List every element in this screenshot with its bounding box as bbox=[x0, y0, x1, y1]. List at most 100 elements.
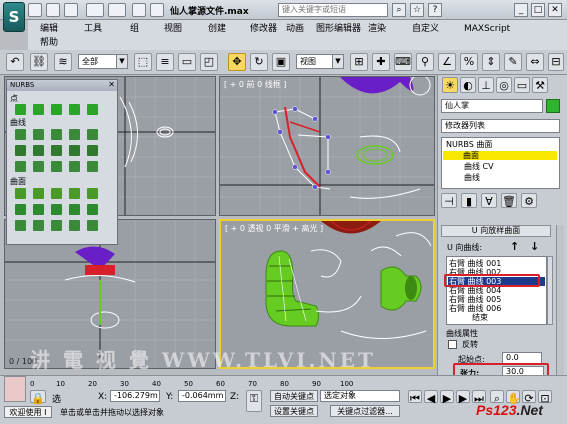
help-icon[interactable]: ? bbox=[428, 3, 442, 17]
show-end-result-icon[interactable]: ▮ bbox=[461, 193, 477, 208]
curve-tool-icon[interactable] bbox=[51, 161, 62, 172]
menu-edit[interactable]: 编辑 bbox=[40, 23, 58, 35]
menu-help[interactable]: 帮助 bbox=[40, 37, 58, 49]
pivot-center-icon[interactable]: ⊞ bbox=[350, 53, 368, 71]
select-object-icon[interactable]: ⬚ bbox=[134, 53, 152, 71]
curve-tool-icon[interactable] bbox=[87, 161, 98, 172]
app-logo-icon[interactable]: S bbox=[3, 2, 25, 32]
hierarchy-tab-icon[interactable]: ⊥ bbox=[478, 77, 494, 93]
auto-key-button[interactable]: 自动关键点 bbox=[270, 390, 318, 402]
redo-icon[interactable] bbox=[108, 3, 126, 17]
arrow-down-icon[interactable]: ↓ bbox=[530, 240, 539, 253]
rect-selection-icon[interactable]: ▭ bbox=[178, 53, 196, 71]
goto-start-icon[interactable]: ⏮ bbox=[408, 390, 422, 405]
menu-rendering[interactable]: 渲染 bbox=[368, 23, 386, 35]
command-panel-scrollbar[interactable] bbox=[556, 225, 564, 375]
surface-tool-icon[interactable] bbox=[51, 220, 62, 231]
surface-tool-icon[interactable] bbox=[33, 220, 44, 231]
select-by-name-icon[interactable]: ≡ bbox=[156, 53, 174, 71]
motion-tab-icon[interactable]: ◎ bbox=[496, 77, 512, 93]
surface-tool-icon[interactable] bbox=[51, 204, 62, 215]
arrow-up-icon[interactable]: ↑ bbox=[510, 240, 519, 253]
undo-icon[interactable] bbox=[86, 3, 104, 17]
surface-tool-icon[interactable] bbox=[15, 204, 26, 215]
save-file-icon[interactable] bbox=[64, 3, 78, 17]
key-filters-button[interactable]: 关键点过滤器... bbox=[330, 405, 400, 417]
maximize-button[interactable]: □ bbox=[531, 3, 545, 17]
y-coord-input[interactable]: -0.064mm bbox=[178, 390, 226, 402]
snap-toggle-icon[interactable]: ⚲ bbox=[416, 53, 434, 71]
modifier-list-dropdown[interactable]: 修改器列表 bbox=[441, 119, 560, 133]
curve-list-scrollbar[interactable] bbox=[547, 256, 553, 325]
scale-icon[interactable]: ▣ bbox=[272, 53, 290, 71]
menu-views[interactable]: 视图 bbox=[164, 23, 182, 35]
curve-tool-icon[interactable] bbox=[15, 129, 26, 140]
pin-stack-icon[interactable]: ⊣ bbox=[441, 193, 457, 208]
modifier-stack[interactable]: NURBS 曲面 曲面 曲线 CV 曲线 bbox=[441, 137, 560, 189]
object-name-input[interactable]: 仙人掌 bbox=[441, 99, 543, 113]
u-curve-list[interactable]: 右臂 曲线 001 右臂 曲线 002 右臂 曲线 003 右臂 曲线 004 … bbox=[446, 256, 547, 325]
menu-tools[interactable]: 工具 bbox=[84, 23, 102, 35]
curve-tool-icon[interactable] bbox=[69, 129, 80, 140]
curve-tool-icon[interactable] bbox=[33, 129, 44, 140]
curve-tool-icon[interactable] bbox=[33, 145, 44, 156]
move-icon[interactable]: ✥ bbox=[228, 53, 246, 71]
lock-selection-icon[interactable]: 🔒 bbox=[30, 390, 46, 405]
configure-sets-icon[interactable]: ⚙ bbox=[521, 193, 537, 208]
surface-tool-icon[interactable] bbox=[33, 204, 44, 215]
menu-modifiers[interactable]: 修改器 bbox=[250, 23, 277, 35]
curve-list-item[interactable]: 右臂 曲线 005 bbox=[449, 295, 501, 304]
project-folder-icon[interactable] bbox=[132, 3, 146, 17]
prev-frame-icon[interactable]: ◀ bbox=[424, 390, 438, 405]
spinner-snap-icon[interactable]: ⇕ bbox=[482, 53, 500, 71]
window-crossing-icon[interactable]: ◰ bbox=[200, 53, 218, 71]
menu-create[interactable]: 创建 bbox=[208, 23, 226, 35]
time-ruler[interactable]: 0 10 20 30 40 50 60 70 80 90 100 bbox=[30, 376, 430, 390]
undo-icon[interactable]: ↶ bbox=[6, 53, 24, 71]
stack-item-surface[interactable]: 曲面 bbox=[443, 151, 557, 160]
maxscript-listener[interactable] bbox=[4, 376, 26, 402]
curve-tool-icon[interactable] bbox=[15, 145, 26, 156]
menu-graph-editors[interactable]: 图形编辑器 bbox=[316, 23, 361, 35]
surface-tool-icon[interactable] bbox=[69, 204, 80, 215]
x-coord-input[interactable]: -106.279m bbox=[110, 390, 160, 402]
create-tab-icon[interactable]: ☀ bbox=[442, 77, 458, 93]
select-manipulate-icon[interactable]: ✚ bbox=[372, 53, 390, 71]
curve-tool-icon[interactable] bbox=[69, 161, 80, 172]
surface-tool-icon[interactable] bbox=[33, 188, 44, 199]
curve-tool-icon[interactable] bbox=[33, 161, 44, 172]
key-icon[interactable]: ⚿ bbox=[246, 390, 262, 412]
keyboard-shortcut-icon[interactable]: ⌨ bbox=[394, 53, 412, 71]
open-file-icon[interactable] bbox=[46, 3, 60, 17]
percent-snap-icon[interactable]: % bbox=[460, 53, 478, 71]
viewport-front[interactable]: [ + 0 前 0 线框 ] bbox=[219, 76, 435, 216]
rollout-u-loft-header[interactable]: U 向放样曲面 bbox=[441, 225, 551, 237]
curve-tool-icon[interactable] bbox=[69, 145, 80, 156]
modify-tab-icon[interactable]: ◐ bbox=[460, 77, 476, 93]
surface-tool-icon[interactable] bbox=[69, 220, 80, 231]
curve-list-item[interactable]: 右臂 曲线 004 bbox=[449, 286, 501, 295]
angle-snap-icon[interactable]: ∠ bbox=[438, 53, 456, 71]
surface-tool-icon[interactable] bbox=[87, 220, 98, 231]
point-tool-icon[interactable] bbox=[69, 104, 80, 115]
reverse-checkbox[interactable] bbox=[448, 340, 457, 349]
stack-item-curve[interactable]: 曲线 bbox=[464, 173, 480, 182]
curve-tool-icon[interactable] bbox=[87, 145, 98, 156]
selected-object-dropdown[interactable]: 选定对象 bbox=[320, 390, 400, 402]
make-unique-icon[interactable]: ∀ bbox=[481, 193, 497, 208]
point-tool-icon[interactable] bbox=[15, 104, 26, 115]
link-icon[interactable]: ⛓ bbox=[30, 53, 48, 71]
curve-list-item[interactable]: 右臂 曲线 006 bbox=[449, 304, 501, 313]
ref-coord-dropdown[interactable]: 视图 ▼ bbox=[296, 54, 344, 69]
curve-tool-icon[interactable] bbox=[51, 145, 62, 156]
point-tool-icon[interactable] bbox=[87, 104, 98, 115]
object-color-swatch[interactable] bbox=[546, 99, 560, 113]
align-icon[interactable]: ⊟ bbox=[548, 53, 564, 71]
named-selection-icon[interactable]: ✎ bbox=[504, 53, 522, 71]
star-icon[interactable]: ☆ bbox=[410, 3, 424, 17]
viewport-perspective-label[interactable]: [ + 0 透视 0 平滑 + 高光 ] bbox=[225, 223, 323, 234]
close-icon[interactable]: ✕ bbox=[108, 80, 115, 89]
display-tab-icon[interactable]: ▭ bbox=[514, 77, 530, 93]
surface-tool-icon[interactable] bbox=[15, 188, 26, 199]
point-tool-icon[interactable] bbox=[51, 104, 62, 115]
